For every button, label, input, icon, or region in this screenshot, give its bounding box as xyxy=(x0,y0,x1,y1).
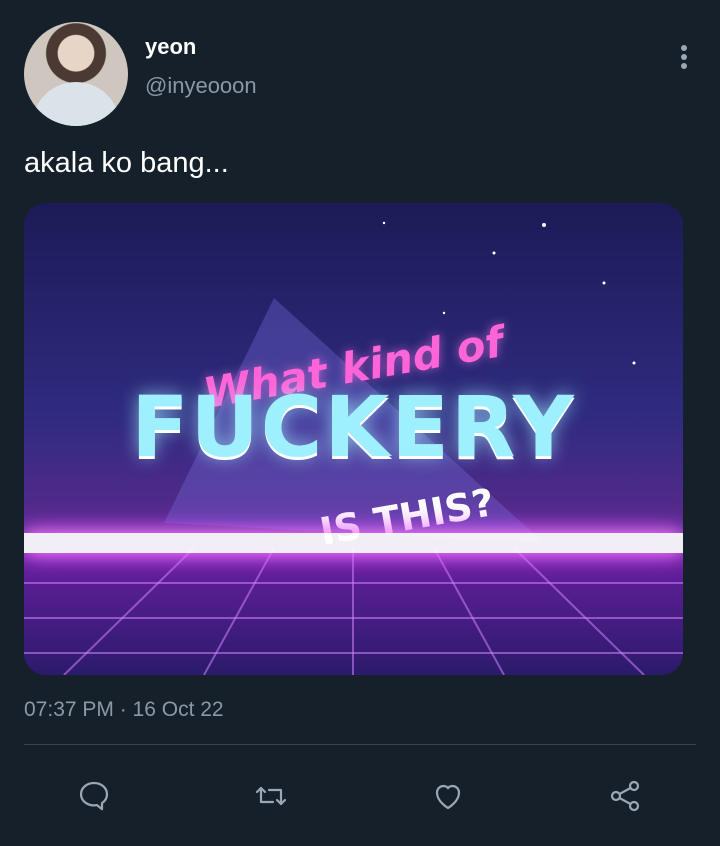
share-icon xyxy=(610,780,640,812)
media-main-text: FUCKERY xyxy=(131,378,576,476)
tweet-timestamp[interactable]: 07:37 PM · 16 Oct 22 xyxy=(24,698,224,722)
heart-icon xyxy=(435,784,461,810)
like-button[interactable] xyxy=(426,778,470,814)
reply-icon xyxy=(79,781,109,811)
tweet-text: akala ko bang... xyxy=(24,147,229,179)
retweet-icon xyxy=(255,786,287,806)
retweet-button[interactable] xyxy=(249,778,293,814)
more-vertical-icon-dot xyxy=(681,54,687,60)
avatar-body xyxy=(32,82,120,126)
more-vertical-icon-dot xyxy=(681,63,687,69)
share-button[interactable] xyxy=(603,778,647,814)
author-handle[interactable]: @inyeooon xyxy=(145,73,257,99)
author-display-name[interactable]: yeon xyxy=(145,34,196,60)
media-horizon-glow xyxy=(24,533,683,553)
reply-button[interactable] xyxy=(72,778,116,814)
tweet-header: yeon @inyeooon xyxy=(24,22,696,126)
more-options-button[interactable] xyxy=(672,42,696,72)
avatar[interactable] xyxy=(24,22,128,126)
divider xyxy=(24,744,696,745)
tweet-media[interactable]: What kind of FUCKERY IS THIS? xyxy=(24,203,683,675)
more-vertical-icon-dot xyxy=(681,45,687,51)
